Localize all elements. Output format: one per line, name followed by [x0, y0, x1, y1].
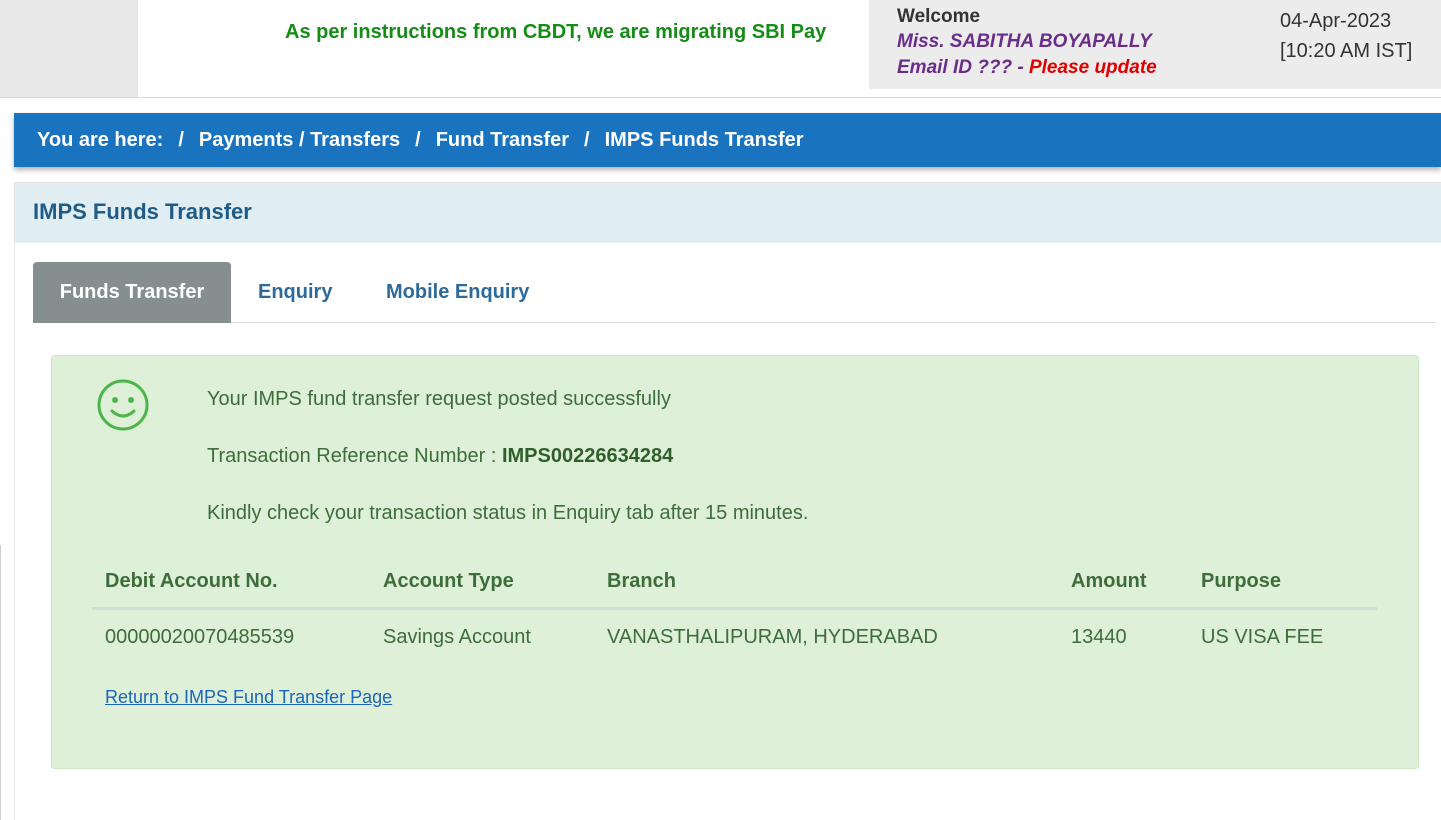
tab-funds-transfer[interactable]: Funds Transfer [33, 262, 231, 323]
amount-cell: 13440 [1071, 626, 1127, 648]
page-title: IMPS Funds Transfer [15, 183, 1441, 243]
smiley-icon [97, 379, 149, 431]
current-date: 04-Apr-2023 [1280, 10, 1392, 32]
tab-mobile-enquiry[interactable]: Mobile Enquiry [386, 262, 529, 323]
header-left-area [0, 0, 138, 97]
success-alert: Your IMPS fund transfer request posted s… [51, 355, 1419, 769]
email-update-link[interactable]: Please update [1029, 57, 1157, 78]
breadcrumb: You are here: / Payments / Transfers / F… [14, 113, 1441, 167]
column-header: Debit Account No. [92, 558, 370, 610]
enquiry-note: Kindly check your transaction status in … [207, 502, 809, 524]
column-header: Branch [594, 558, 1058, 610]
announcement-marquee: As per instructions from CBDT, we are mi… [138, 0, 848, 70]
branch-cell: VANASTHALIPURAM, HYDERABAD [607, 626, 938, 648]
breadcrumb-item-fund-transfer[interactable]: Fund Transfer [436, 129, 569, 152]
table-header-row: Debit Account No. Account Type Branch Am… [92, 558, 1377, 610]
purpose-cell: US VISA FEE [1201, 626, 1324, 648]
breadcrumb-separator: / [415, 128, 421, 151]
user-name: Miss. SABITHA BOYAPALLY [897, 31, 1152, 52]
account-type-cell: Savings Account [383, 626, 531, 648]
column-header: Account Type [370, 558, 594, 610]
tab-enquiry[interactable]: Enquiry [258, 262, 332, 323]
breadcrumb-separator: / [178, 128, 184, 151]
breadcrumb-separator: / [584, 128, 590, 151]
reference-number: IMPS00226634284 [501, 445, 674, 467]
current-time: [10:20 AM IST] [1280, 40, 1413, 62]
reference-label: Transaction Reference Number : [207, 445, 502, 467]
transfer-details-table: Debit Account No. Account Type Branch Am… [92, 558, 1377, 665]
breadcrumb-label: You are here: [37, 128, 164, 151]
success-message: Your IMPS fund transfer request posted s… [207, 388, 671, 410]
reference-line: Transaction Reference Number : IMPS00226… [207, 445, 673, 468]
breadcrumb-item-payments[interactable]: Payments / Transfers [199, 129, 400, 152]
welcome-box: Welcome Miss. SABITHA BOYAPALLY Email ID… [869, 0, 1441, 89]
marquee-text: As per instructions from CBDT, we are mi… [285, 21, 827, 43]
column-header: Purpose [1188, 558, 1377, 610]
top-header: As per instructions from CBDT, we are mi… [0, 0, 1441, 98]
breadcrumb-item-imps: IMPS Funds Transfer [604, 128, 804, 151]
table-row: 00000020070485539 Savings Account VANAST… [92, 609, 1377, 666]
column-header: Amount [1058, 558, 1188, 610]
tab-bar: Funds Transfer Enquiry Mobile Enquiry [33, 262, 1436, 323]
return-link[interactable]: Return to IMPS Fund Transfer Page [105, 687, 392, 708]
welcome-label: Welcome [897, 6, 981, 27]
email-line: Email ID ??? - Please update [897, 57, 1157, 79]
left-divider [0, 545, 1, 820]
imps-panel: IMPS Funds Transfer Funds Transfer Enqui… [14, 182, 1441, 820]
debit-account-cell: 00000020070485539 [105, 626, 295, 648]
email-label: Email ID ??? - [897, 57, 1029, 78]
